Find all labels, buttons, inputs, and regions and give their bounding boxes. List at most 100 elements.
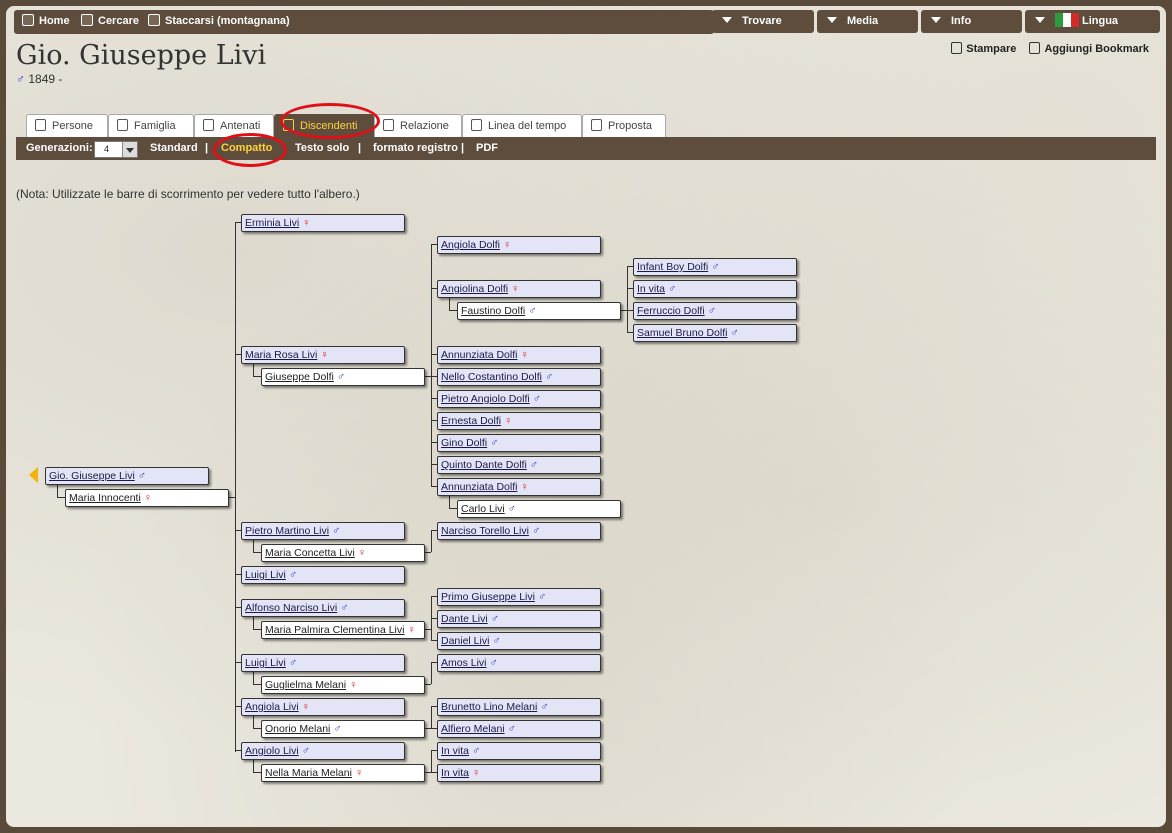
person-box[interactable]: Angiola Dolfi ♀	[437, 236, 601, 254]
person-box[interactable]: Ernesta Dolfi ♀	[437, 412, 601, 430]
spouse-box[interactable]: Faustino Dolfi ♂	[457, 302, 621, 320]
person-box[interactable]: Angiolo Livi ♂	[241, 742, 405, 760]
person-name-link[interactable]: Erminia Livi	[245, 217, 299, 229]
person-name-link[interactable]: Giuseppe Dolfi	[265, 371, 334, 383]
tab-persone[interactable]: Persone	[26, 114, 108, 137]
person-box[interactable]: In vita ♀	[437, 764, 601, 782]
person-box[interactable]: In vita ♂	[437, 742, 601, 760]
person-name-link[interactable]: Annunziata Dolfi	[441, 349, 517, 361]
person-box[interactable]: Nello Costantino Dolfi ♂	[437, 368, 601, 386]
tab-linea-del-tempo[interactable]: Linea del tempo	[462, 114, 582, 137]
option-pdf[interactable]: PDF	[476, 142, 498, 154]
person-name-link[interactable]: Angiola Livi	[245, 701, 299, 713]
print-link[interactable]: Stampare	[951, 42, 1016, 55]
person-name-link[interactable]: Dante Livi	[441, 613, 488, 625]
bookmark-link[interactable]: Aggiungi Bookmark	[1029, 42, 1149, 55]
person-name-link[interactable]: In vita	[637, 283, 665, 295]
spouse-box[interactable]: Nella Maria Melani ♀	[261, 764, 425, 782]
person-name-link[interactable]: Pietro Martino Livi	[245, 525, 329, 537]
option-formato-registro[interactable]: formato registro	[373, 142, 458, 154]
spouse-box[interactable]: Onorio Melani ♂	[261, 720, 425, 738]
spouse-box[interactable]: Maria Palmira Clementina Livi ♀	[261, 621, 425, 639]
spouse-box[interactable]: Carlo Livi ♂	[457, 500, 621, 518]
person-box[interactable]: Maria Rosa Livi ♀	[241, 346, 405, 364]
person-name-link[interactable]: Primo Giuseppe Livi	[441, 591, 535, 603]
back-arrow-icon[interactable]	[29, 467, 38, 483]
person-box[interactable]: Luigi Livi ♂	[241, 654, 405, 672]
language-menu-button[interactable]: Lingua	[1025, 10, 1160, 33]
person-box[interactable]: Samuel Bruno Dolfi ♂	[633, 324, 797, 342]
person-box[interactable]: Primo Giuseppe Livi ♂	[437, 588, 601, 606]
person-box[interactable]: Alfiero Melani ♂	[437, 720, 601, 738]
tab-antenati[interactable]: Antenati	[194, 114, 274, 137]
person-name-link[interactable]: Alfiero Melani	[441, 723, 505, 735]
person-name-link[interactable]: Infant Boy Dolfi	[637, 261, 708, 273]
person-name-link[interactable]: Carlo Livi	[461, 503, 505, 515]
spouse-box[interactable]: Giuseppe Dolfi ♂	[261, 368, 425, 386]
person-name-link[interactable]: Maria Innocenti	[69, 492, 141, 504]
person-box[interactable]: Luigi Livi ♂	[241, 566, 405, 584]
person-name-link[interactable]: In vita	[441, 745, 469, 757]
person-name-link[interactable]: Alfonso Narciso Livi	[245, 602, 337, 614]
person-name-link[interactable]: Maria Palmira Clementina Livi	[265, 624, 404, 636]
person-name-link[interactable]: Ernesta Dolfi	[441, 415, 501, 427]
person-name-link[interactable]: Samuel Bruno Dolfi	[637, 327, 727, 339]
person-box[interactable]: Annunziata Dolfi ♀	[437, 346, 601, 364]
generations-select[interactable]: 4	[94, 141, 138, 158]
person-name-link[interactable]: Gino Dolfi	[441, 437, 487, 449]
spouse-box[interactable]: Maria Innocenti ♀	[65, 489, 229, 507]
find-menu-button[interactable]: Trovare	[712, 10, 814, 33]
tab-discendenti[interactable]: Discendenti	[274, 114, 374, 137]
person-box[interactable]: Angiola Livi ♀	[241, 698, 405, 716]
person-name-link[interactable]: Luigi Livi	[245, 657, 286, 669]
option-testo-solo[interactable]: Testo solo	[295, 142, 349, 154]
option-compatto[interactable]: Compatto	[221, 142, 272, 154]
person-name-link[interactable]: Maria Rosa Livi	[245, 349, 317, 361]
person-name-link[interactable]: Faustino Dolfi	[461, 305, 525, 317]
person-name-link[interactable]: Amos Livi	[441, 657, 487, 669]
person-box[interactable]: Dante Livi ♂	[437, 610, 601, 628]
person-name-link[interactable]: Angiola Dolfi	[441, 239, 500, 251]
person-box[interactable]: Gino Dolfi ♂	[437, 434, 601, 452]
spouse-box[interactable]: Guglielma Melani ♀	[261, 676, 425, 694]
person-box[interactable]: Alfonso Narciso Livi ♂	[241, 599, 405, 617]
tab-famiglia[interactable]: Famiglia	[108, 114, 194, 137]
logout-link[interactable]: Staccarsi (montagnana)	[148, 10, 290, 32]
person-name-link[interactable]: In vita	[441, 767, 469, 779]
person-box[interactable]: Ferruccio Dolfi ♂	[633, 302, 797, 320]
person-name-link[interactable]: Nello Costantino Dolfi	[441, 371, 542, 383]
tab-proposta[interactable]: Proposta	[582, 114, 666, 137]
person-box[interactable]: Amos Livi ♂	[437, 654, 601, 672]
person-name-link[interactable]: Angiolo Livi	[245, 745, 299, 757]
person-name-link[interactable]: Nella Maria Melani	[265, 767, 352, 779]
person-name-link[interactable]: Onorio Melani	[265, 723, 330, 735]
person-box[interactable]: In vita ♂	[633, 280, 797, 298]
person-box[interactable]: Gio. Giuseppe Livi ♂	[45, 467, 209, 485]
person-name-link[interactable]: Luigi Livi	[245, 569, 286, 581]
person-name-link[interactable]: Narciso Torello Livi	[441, 525, 529, 537]
person-name-link[interactable]: Maria Concetta Livi	[265, 547, 355, 559]
person-box[interactable]: Pietro Martino Livi ♂	[241, 522, 405, 540]
info-menu-button[interactable]: Info	[921, 10, 1022, 33]
person-name-link[interactable]: Guglielma Melani	[265, 679, 346, 691]
spouse-box[interactable]: Maria Concetta Livi ♀	[261, 544, 425, 562]
person-name-link[interactable]: Quinto Dante Dolfi	[441, 459, 527, 471]
person-box[interactable]: Pietro Angiolo Dolfi ♂	[437, 390, 601, 408]
person-name-link[interactable]: Daniel Livi	[441, 635, 489, 647]
person-box[interactable]: Narciso Torello Livi ♂	[437, 522, 601, 540]
person-name-link[interactable]: Ferruccio Dolfi	[637, 305, 705, 317]
option-standard[interactable]: Standard	[150, 142, 198, 154]
person-box[interactable]: Infant Boy Dolfi ♂	[633, 258, 797, 276]
tab-relazione[interactable]: Relazione	[374, 114, 462, 137]
person-name-link[interactable]: Gio. Giuseppe Livi	[49, 470, 135, 482]
media-menu-button[interactable]: Media	[817, 10, 918, 33]
person-box[interactable]: Erminia Livi ♀	[241, 214, 405, 232]
person-name-link[interactable]: Angiolina Dolfi	[441, 283, 508, 295]
person-box[interactable]: Angiolina Dolfi ♀	[437, 280, 601, 298]
person-box[interactable]: Annunziata Dolfi ♀	[437, 478, 601, 496]
person-name-link[interactable]: Annunziata Dolfi	[441, 481, 517, 493]
person-box[interactable]: Daniel Livi ♂	[437, 632, 601, 650]
person-name-link[interactable]: Brunetto Lino Melani	[441, 701, 537, 713]
person-box[interactable]: Brunetto Lino Melani ♂	[437, 698, 601, 716]
home-link[interactable]: Home	[22, 10, 70, 32]
